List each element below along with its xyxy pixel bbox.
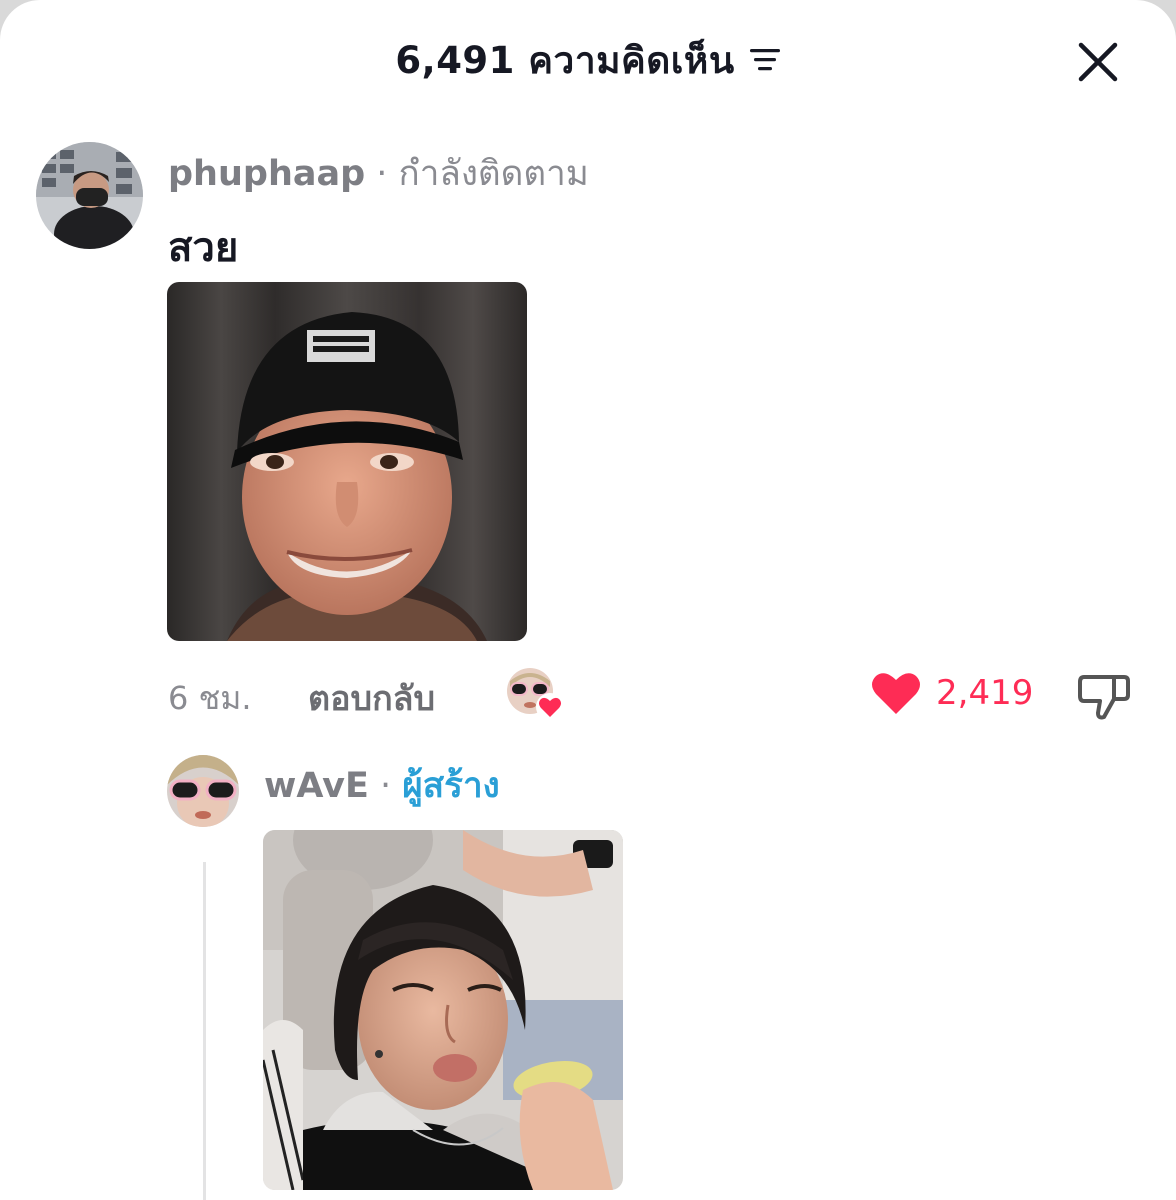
reply-thread-line: [203, 862, 206, 1200]
comments-sheet: 6,491 ความคิดเห็น phuphaap · กำลังติดตาม…: [0, 0, 1176, 1200]
thumbs-down-icon: [1078, 675, 1130, 720]
comment-username[interactable]: phuphaap: [168, 154, 365, 194]
sort-lines-icon[interactable]: [749, 46, 781, 74]
commenter-avatar[interactable]: [36, 142, 143, 249]
comment-count-title: 6,491 ความคิดเห็น: [395, 38, 735, 82]
comments-header: 6,491 ความคิดเห็น: [0, 30, 1176, 90]
meta-separator: ·: [368, 766, 403, 806]
meta-separator: ·: [365, 154, 399, 194]
heart-icon: [872, 673, 920, 714]
comment-text: สวย: [168, 225, 239, 271]
creator-badge: ผู้สร้าง: [402, 766, 500, 806]
comment-image[interactable]: [167, 282, 527, 641]
comment-time: 6 ชม.: [168, 679, 252, 717]
following-status: กำลังติดตาม: [398, 154, 589, 194]
reply-username[interactable]: wAvE: [264, 766, 369, 806]
like-count: 2,419: [936, 673, 1034, 713]
creator-liked-badge: [506, 667, 564, 723]
close-button[interactable]: [1076, 40, 1120, 84]
close-icon: [1078, 42, 1118, 82]
comment-meta: phuphaap · กำลังติดตาม: [168, 146, 589, 201]
like-button[interactable]: 2,419: [870, 665, 1033, 721]
reply-button[interactable]: ตอบกลับ: [308, 671, 435, 725]
comment-actions: 6 ชม. ตอบกลับ 2,419: [0, 665, 1176, 725]
reply-meta: wAvE · ผู้สร้าง: [264, 758, 500, 813]
reply-avatar[interactable]: [167, 755, 239, 827]
reply-image[interactable]: [263, 830, 623, 1190]
dislike-button[interactable]: [1076, 669, 1132, 725]
